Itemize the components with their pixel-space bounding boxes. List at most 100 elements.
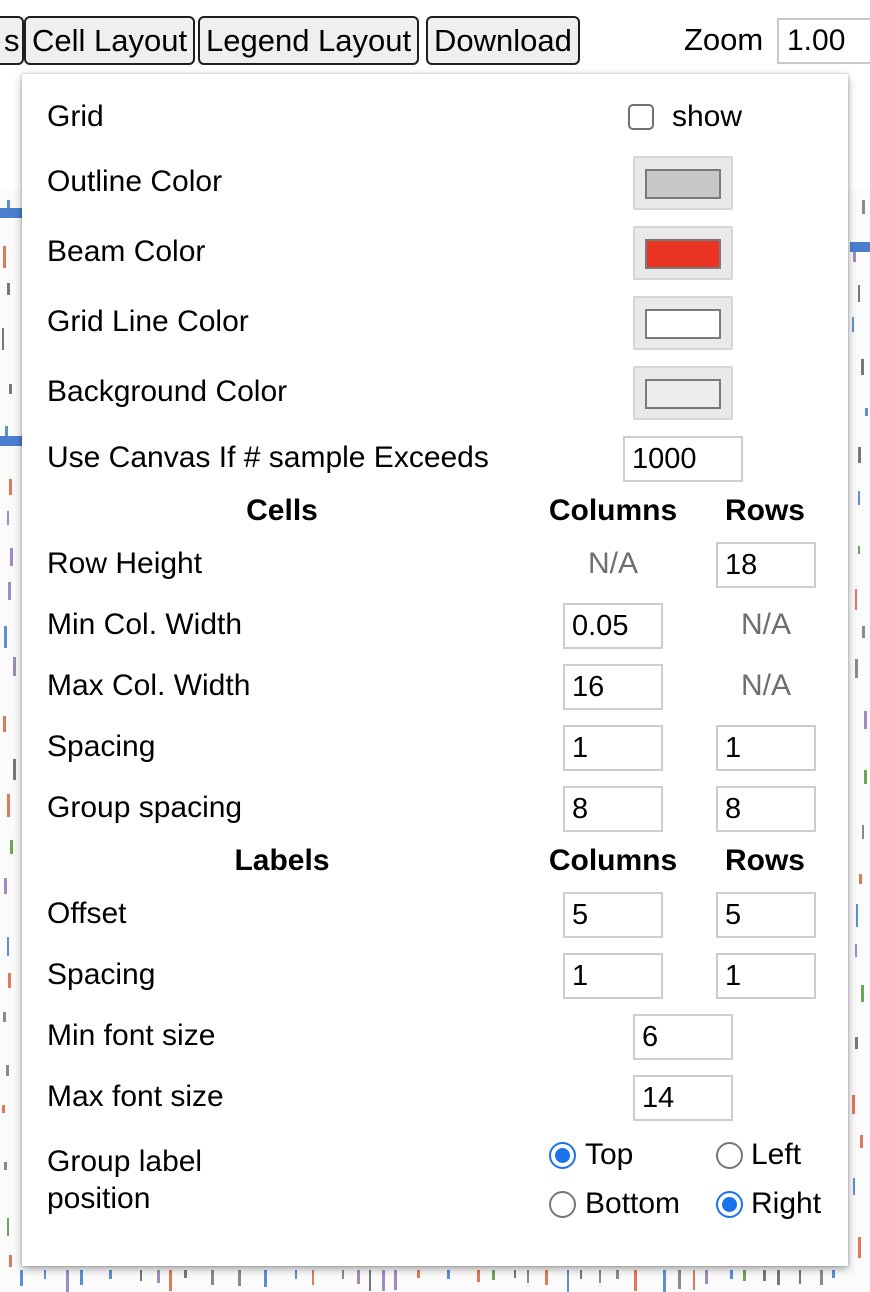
grid-show-label: show [672, 100, 743, 133]
row-height-rows-input[interactable] [716, 542, 816, 588]
heatmap-tick [4, 1162, 7, 1170]
heatmap-tick [862, 825, 864, 839]
radio-left-label: Left [751, 1138, 802, 1171]
heatmap-tick [7, 283, 10, 295]
heatmap-tick [447, 1270, 450, 1279]
radio-right[interactable] [716, 1191, 743, 1218]
group-label-position-label-line2: position [47, 1182, 151, 1215]
heatmap-tick [295, 1270, 297, 1279]
heatmap-tick [860, 1135, 863, 1148]
canvas-threshold-input[interactable] [623, 436, 743, 482]
row-height-label: Row Height [47, 547, 203, 580]
group-spacing-rows-input[interactable] [716, 786, 816, 832]
heatmap-tick [2, 1105, 5, 1113]
heatmap-bar [0, 208, 22, 218]
grid-label: Grid [47, 100, 104, 133]
label-spacing-columns-input[interactable] [563, 953, 663, 999]
offset-label: Offset [47, 897, 127, 930]
heatmap-tick [567, 1270, 569, 1292]
heatmap-tick [858, 546, 860, 554]
heatmap-tick [4, 878, 7, 894]
group-spacing-columns-input[interactable] [563, 786, 663, 832]
max-font-size-input[interactable] [633, 1075, 733, 1121]
heatmap-tick [864, 770, 867, 784]
heatmap-tick [858, 491, 860, 505]
heatmap-tick [859, 874, 862, 884]
heatmap-tick [858, 1237, 861, 1258]
radio-right-label: Right [751, 1187, 822, 1220]
zoom-label: Zoom [684, 22, 764, 57]
cells-header: Cells [246, 494, 318, 527]
max-col-width-columns-input[interactable] [563, 664, 663, 710]
heatmap-tick [66, 1270, 69, 1292]
heatmap-tick [140, 1270, 142, 1281]
label-spacing-rows-input[interactable] [716, 953, 816, 999]
heatmap-tick [545, 1270, 548, 1285]
heatmap-tick [855, 659, 858, 678]
background-color-picker[interactable] [633, 366, 733, 420]
heatmap-tick [858, 447, 861, 463]
grid-show-checkbox[interactable] [628, 104, 654, 130]
previous-tab-button[interactable]: s [0, 16, 24, 65]
grid-line-color-picker[interactable] [633, 296, 733, 350]
heatmap-tick [514, 1270, 516, 1278]
heatmap-tick [799, 1270, 801, 1284]
heatmap-tick [369, 1270, 371, 1291]
heatmap-tick [10, 548, 13, 566]
heatmap-tick [9, 1255, 12, 1267]
heatmap-tick [678, 1270, 681, 1289]
labels-columns-header: Columns [548, 844, 678, 877]
heatmap-tick [599, 1270, 601, 1283]
heatmap-tick [527, 1270, 529, 1283]
radio-bottom[interactable] [549, 1191, 576, 1218]
heatmap-tick [763, 1270, 766, 1281]
offset-columns-input[interactable] [563, 892, 663, 938]
cell-spacing-rows-input[interactable] [716, 725, 816, 771]
heatmap-tick [820, 1270, 823, 1285]
beam-color-picker[interactable] [633, 226, 733, 280]
heatmap-tick [184, 1270, 187, 1278]
cell-layout-panel: Grid show Outline Color Beam Color Grid … [22, 74, 848, 1266]
heatmap-tick [264, 1270, 267, 1287]
heatmap-tick [634, 1270, 637, 1291]
offset-rows-input[interactable] [716, 892, 816, 938]
beam-color-label: Beam Color [47, 235, 206, 268]
heatmap-tick [6, 1065, 9, 1076]
background-color-swatch [645, 379, 721, 409]
zoom-input[interactable] [777, 18, 870, 64]
heatmap-tick [663, 1270, 666, 1292]
heatmap-tick [852, 317, 854, 332]
labels-rows-header: Rows [724, 844, 805, 877]
heatmap-tick [44, 1270, 46, 1279]
heatmap-tick [80, 1270, 83, 1285]
heatmap-bar [0, 436, 22, 446]
min-col-width-columns-input[interactable] [563, 603, 663, 649]
legend-layout-button[interactable]: Legend Layout [198, 16, 420, 65]
grid-line-color-swatch [645, 309, 721, 339]
heatmap-tick [357, 1270, 360, 1284]
min-font-size-input[interactable] [633, 1014, 733, 1060]
labels-header: Labels [234, 844, 330, 877]
heatmap-tick [855, 1037, 858, 1049]
download-button[interactable]: Download [426, 16, 580, 65]
heatmap-tick [743, 1270, 746, 1281]
outline-color-picker[interactable] [633, 156, 733, 210]
heatmap-tick [8, 582, 11, 600]
cell-spacing-columns-input[interactable] [563, 725, 663, 771]
heatmap-tick [861, 359, 864, 375]
heatmap-tick [855, 944, 857, 957]
heatmap-tick [7, 1218, 9, 1236]
heatmap-tick [417, 1270, 420, 1278]
heatmap-tick [832, 1270, 835, 1278]
heatmap-tick [492, 1270, 495, 1280]
heatmap-tick [382, 1270, 385, 1291]
background-color-label: Background Color [47, 375, 288, 408]
heatmap-tick [109, 1270, 112, 1279]
radio-top[interactable] [549, 1142, 576, 1169]
heatmap-tick [730, 1270, 733, 1279]
heatmap-tick [693, 1270, 695, 1290]
radio-left[interactable] [716, 1142, 743, 1169]
heatmap-tick [705, 1270, 708, 1284]
heatmap-tick [7, 794, 10, 817]
cell-layout-button[interactable]: Cell Layout [24, 16, 196, 65]
